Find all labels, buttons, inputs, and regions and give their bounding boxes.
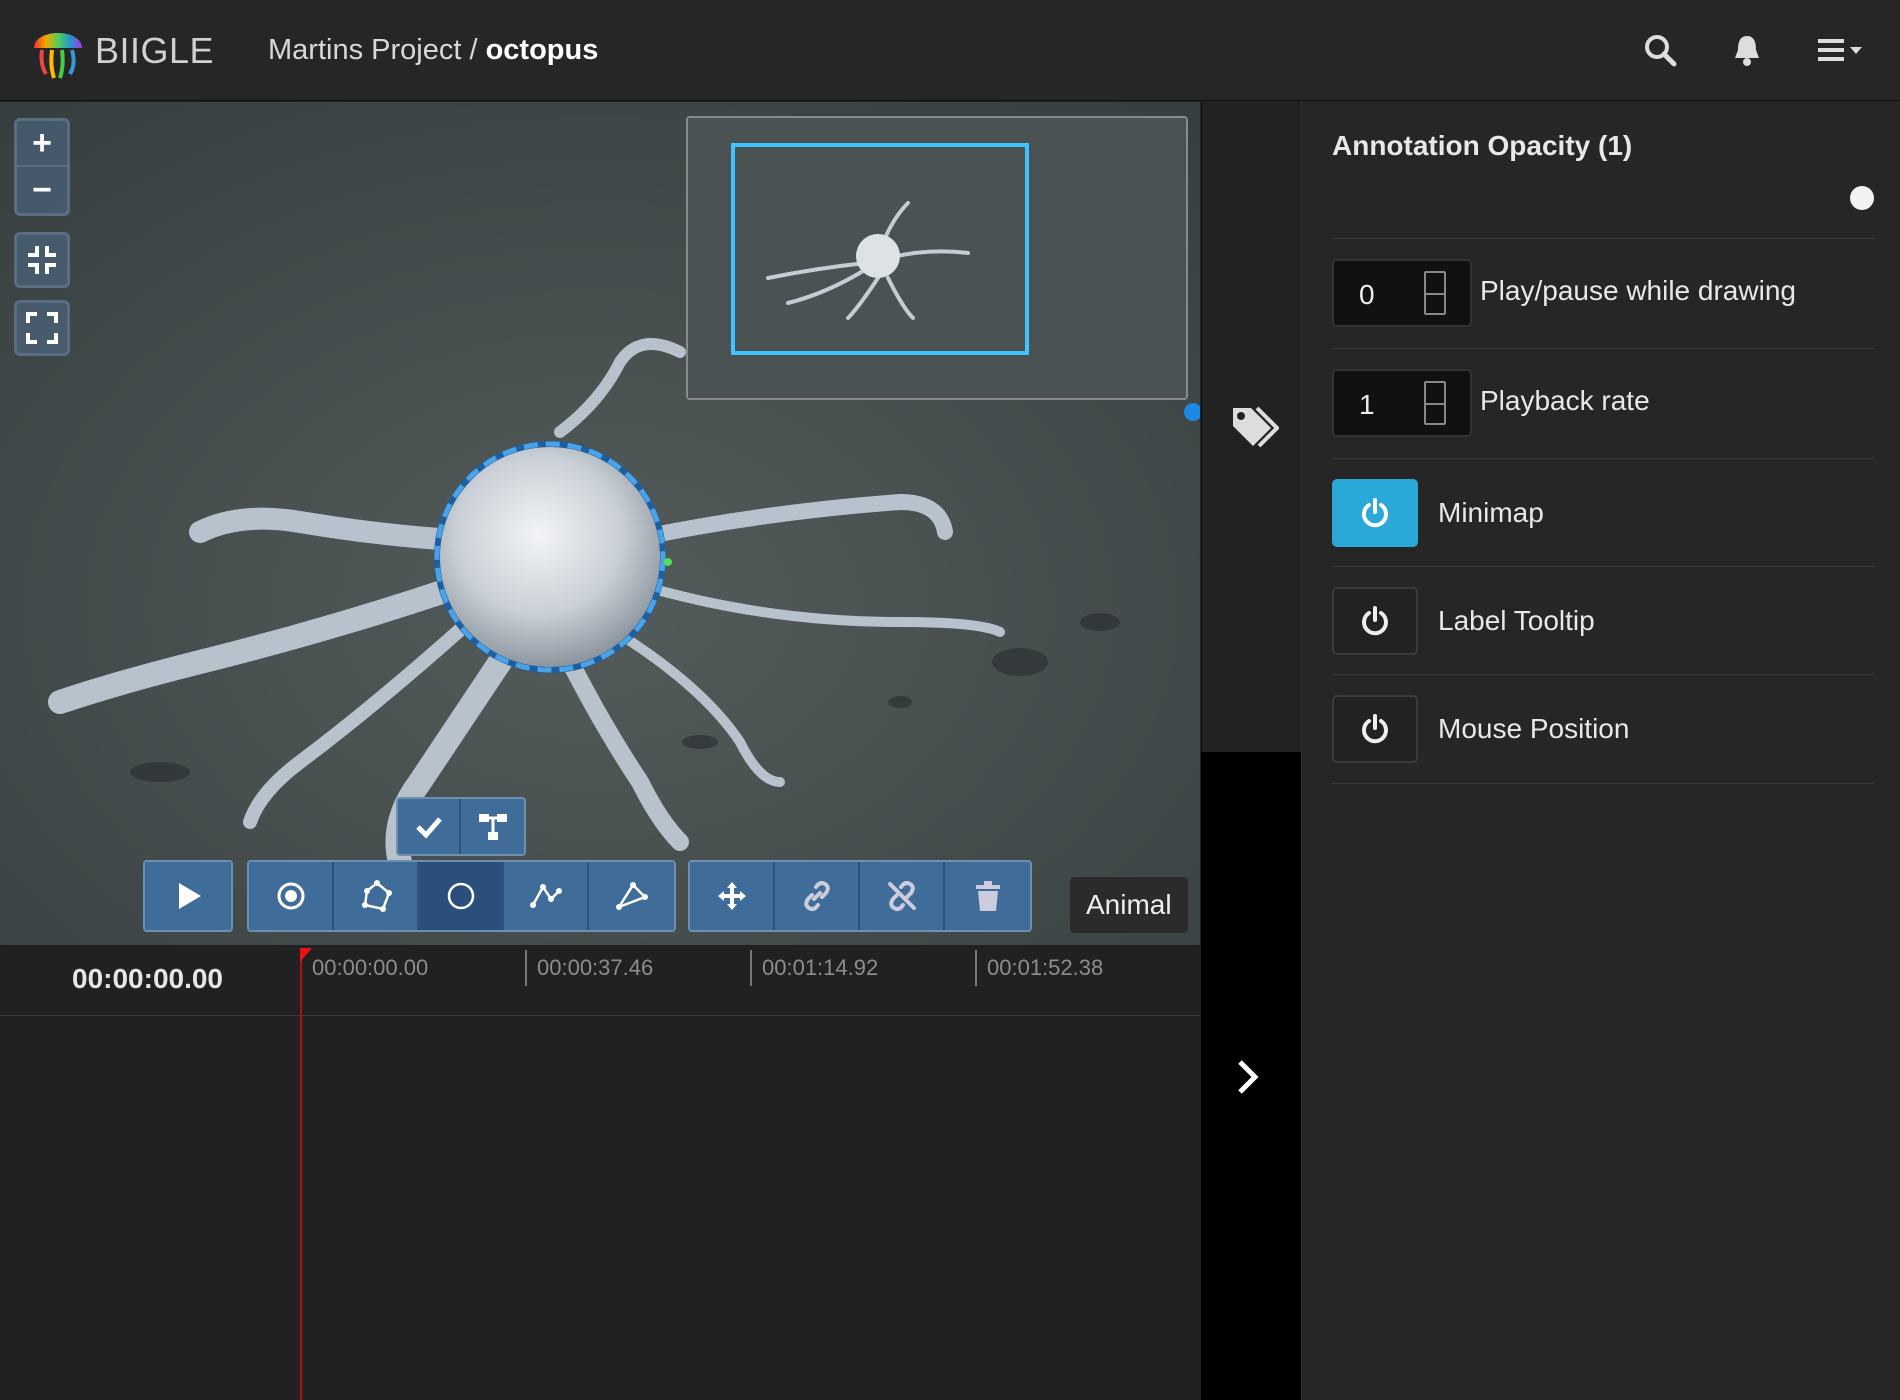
play-pause-spinner[interactable]	[1424, 271, 1446, 315]
zoom-in-button[interactable]: +	[17, 121, 67, 167]
arrows-icon	[717, 882, 746, 910]
video-viewport[interactable]: + − Animal	[0, 102, 1200, 945]
minimap-label: Minimap	[1438, 497, 1544, 528]
confirm-button[interactable]	[398, 799, 461, 854]
brand-name[interactable]: BIIGLE	[95, 30, 214, 72]
play-pause-label: Play/pause while drawing	[1480, 275, 1796, 306]
navbar: BIIGLE Martins Project / octopus	[0, 0, 1900, 101]
label-tooltip-toggle[interactable]	[1332, 587, 1418, 655]
timeline-tick	[525, 950, 527, 986]
unlink-tool-button[interactable]	[860, 862, 945, 930]
power-icon	[1362, 606, 1388, 636]
play-icon	[179, 883, 201, 909]
play-button[interactable]	[145, 862, 231, 930]
annotation-opacity-title: Annotation Opacity (1)	[1332, 130, 1633, 161]
check-icon	[415, 816, 442, 839]
mouse-position-label: Mouse Position	[1438, 713, 1630, 744]
line-icon	[529, 884, 562, 908]
annotation-opacity-slider[interactable]	[1850, 186, 1874, 210]
minimap-frame	[688, 118, 1186, 398]
menu-icon[interactable]	[1816, 32, 1866, 68]
playhead-line[interactable]	[300, 950, 302, 1400]
search-icon[interactable]	[1642, 32, 1678, 68]
point-icon	[277, 882, 304, 910]
playhead-marker[interactable]	[300, 948, 312, 962]
video-timeline[interactable]: 00:00:00.00 00:00:00.00 00:00:37.46 00:0…	[0, 945, 1200, 1400]
fullscreen-button[interactable]	[14, 300, 70, 356]
drawing-tools	[247, 860, 676, 932]
playback-rate-row: 1 Playback rate	[1332, 348, 1874, 458]
timeline-tick-label: 00:01:14.92	[762, 955, 879, 980]
breadcrumb-video: octopus	[485, 34, 599, 66]
unlink-icon	[887, 881, 916, 911]
minimap[interactable]	[686, 116, 1188, 400]
minimap-toggle[interactable]	[1332, 479, 1418, 547]
minimap-row: Minimap	[1332, 458, 1874, 566]
playback-rate-value: 1	[1359, 389, 1375, 420]
playback-rate-input[interactable]: 1	[1332, 369, 1472, 437]
biigle-logo-icon[interactable]	[32, 20, 84, 82]
play-pause-row: 0 Play/pause while drawing	[1332, 238, 1874, 348]
playback-rate-label: Playback rate	[1480, 385, 1650, 416]
split-button[interactable]	[461, 799, 524, 854]
breadcrumb-project[interactable]: Martins Project /	[268, 34, 486, 66]
bell-icon[interactable]	[1729, 32, 1765, 68]
selected-label-chip[interactable]: Animal	[1070, 877, 1188, 933]
delete-button[interactable]	[945, 862, 1030, 930]
mouse-position-toggle[interactable]	[1332, 695, 1418, 763]
edit-tools	[688, 860, 1032, 932]
play-pause-value: 0	[1359, 279, 1375, 310]
polygon-actions	[396, 797, 526, 856]
point-tool-button[interactable]	[249, 862, 334, 930]
linestring-tool-button[interactable]	[504, 862, 589, 930]
timeline-tick	[750, 950, 752, 986]
trash-icon	[975, 881, 1000, 911]
sitemap-icon	[478, 813, 507, 840]
zoom-to-extent-button[interactable]	[14, 232, 70, 288]
expand-icon	[26, 312, 58, 344]
timeline-divider	[0, 1015, 1200, 1016]
timeline-tick	[975, 950, 977, 986]
polygon-tool-button[interactable]	[334, 862, 419, 930]
chevron-right-icon[interactable]	[1235, 1057, 1261, 1097]
zoom-out-button[interactable]: −	[17, 167, 67, 213]
link-icon	[803, 881, 830, 911]
tags-icon[interactable]	[1231, 404, 1279, 448]
angle-icon	[615, 882, 648, 910]
link-tool-button[interactable]	[775, 862, 860, 930]
power-icon	[1362, 498, 1388, 528]
sidebar-tabs	[1201, 102, 1301, 1400]
playback-controls	[143, 860, 233, 932]
label-tooltip-row: Label Tooltip	[1332, 566, 1874, 674]
settings-panel: Annotation Opacity (1) 0 Play/pause whil…	[1301, 102, 1900, 1400]
label-tooltip-label: Label Tooltip	[1438, 605, 1595, 636]
play-pause-input[interactable]: 0	[1332, 259, 1472, 327]
zoom-controls: + −	[14, 118, 70, 216]
move-tool-button[interactable]	[690, 862, 775, 930]
circle-tool-button[interactable]	[419, 862, 504, 930]
breadcrumb: Martins Project / octopus	[268, 34, 598, 67]
timeline-tick-label: 00:01:52.38	[987, 955, 1104, 980]
mouse-position-row: Mouse Position	[1332, 674, 1874, 784]
power-icon	[1362, 714, 1388, 744]
current-time: 00:00:00.00	[72, 963, 224, 994]
wholeframe-tool-button[interactable]	[589, 862, 674, 930]
circle-icon	[447, 882, 474, 910]
timeline-tick-label: 00:00:00.00	[312, 955, 429, 980]
compress-icon	[28, 246, 56, 274]
playback-rate-spinner[interactable]	[1424, 381, 1446, 425]
polygon-icon	[361, 880, 392, 912]
timeline-tick-label: 00:00:37.46	[537, 955, 654, 980]
